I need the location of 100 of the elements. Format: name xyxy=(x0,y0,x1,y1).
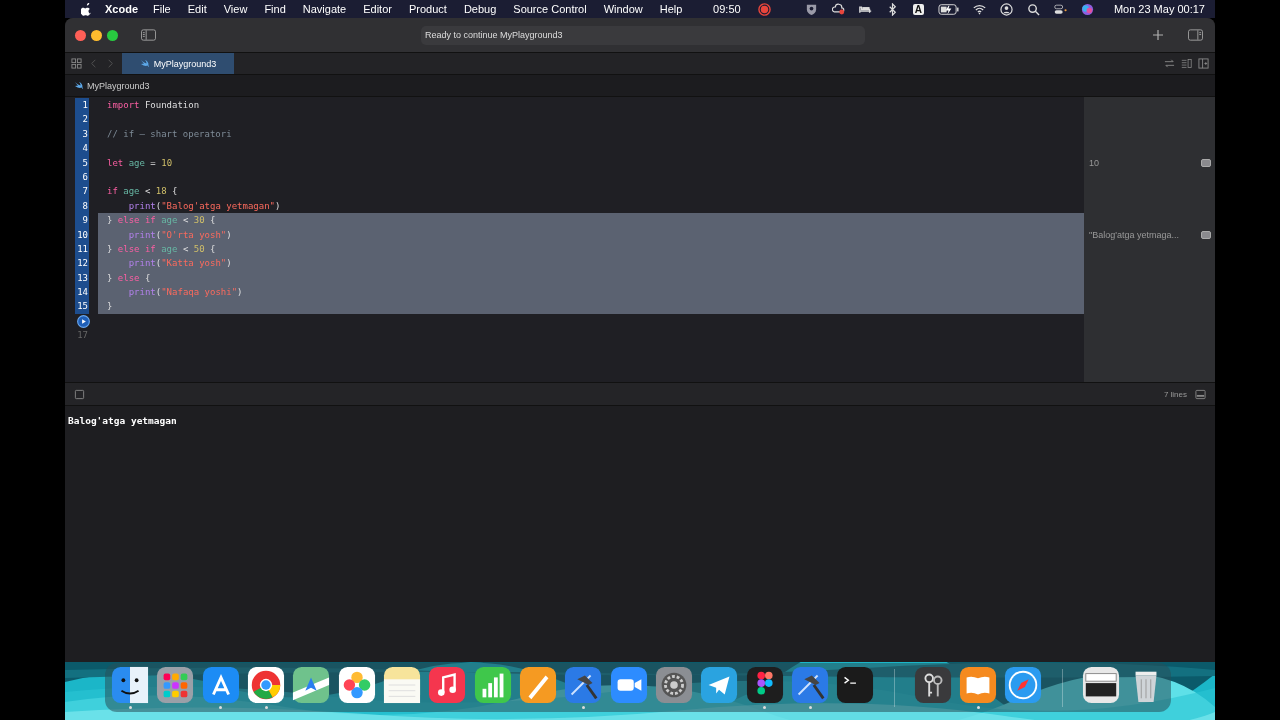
code-text: } xyxy=(107,272,114,283)
menu-item[interactable]: Debug xyxy=(463,3,497,15)
hammer-icon[interactable] xyxy=(791,666,830,704)
bird-icon xyxy=(139,59,150,68)
editor-options-icon[interactable] xyxy=(1181,58,1192,69)
code-text: { xyxy=(171,186,178,197)
line-count: 7 lines xyxy=(1163,389,1187,399)
code-string: "Balog'atga yetmagan" xyxy=(161,200,275,211)
code-text: Foundation xyxy=(143,100,200,110)
gear-icon[interactable] xyxy=(655,666,694,704)
menu-item[interactable]: View xyxy=(223,3,248,15)
code-keyword: import xyxy=(107,100,140,110)
map-icon[interactable] xyxy=(292,666,331,704)
menu-item[interactable]: Help xyxy=(659,3,683,15)
code-text: ( xyxy=(155,229,162,240)
code-text: { xyxy=(143,272,151,283)
code-number: 18 xyxy=(155,186,167,197)
code-text: ) xyxy=(237,287,243,298)
code-number: 30 xyxy=(193,215,205,226)
quick-look-icon[interactable] xyxy=(1201,230,1211,239)
menu-item[interactable]: Window xyxy=(603,3,643,15)
editor-tab[interactable]: MyPlayground3 xyxy=(122,53,234,74)
code-text: } xyxy=(107,301,113,312)
face-icon[interactable] xyxy=(111,666,150,704)
user-icon[interactable] xyxy=(999,2,1013,16)
line-number: 12 xyxy=(75,256,89,271)
line-number: 2 xyxy=(75,112,89,127)
plus-icon[interactable] xyxy=(1152,29,1164,41)
code-text: } xyxy=(107,215,114,226)
toggles-icon[interactable] xyxy=(1053,2,1067,16)
code-text: ( xyxy=(155,200,162,211)
cloud-icon[interactable] xyxy=(831,2,845,16)
code-keyword: else if xyxy=(117,215,156,226)
close-button[interactable] xyxy=(75,29,86,41)
menu-item[interactable]: Source Control xyxy=(513,3,587,15)
line-number: 14 xyxy=(75,285,89,300)
line-number: 7 xyxy=(75,184,89,199)
swap-icon[interactable] xyxy=(1164,58,1175,69)
quick-look-icon[interactable] xyxy=(1201,158,1211,167)
menu-item[interactable]: Navigate xyxy=(302,3,347,15)
code-text: { xyxy=(209,215,216,226)
checkbox-icon[interactable] xyxy=(74,388,85,400)
code-text: } xyxy=(107,243,114,254)
sidebar-toggle-icon[interactable] xyxy=(141,29,156,41)
code-string: "Katta yosh" xyxy=(161,258,227,269)
code-text: ) xyxy=(275,200,281,211)
menu-item[interactable]: Edit xyxy=(187,3,207,15)
code-function: print xyxy=(127,258,156,269)
code-function: print xyxy=(127,287,156,298)
apple-icon[interactable] xyxy=(81,2,92,16)
activity-status: Ready to continue MyPlayground3 xyxy=(425,30,563,40)
code-keyword: if xyxy=(107,186,118,197)
menu-item[interactable]: Editor xyxy=(363,3,392,15)
zoom-button[interactable] xyxy=(107,29,118,41)
minimize-button[interactable] xyxy=(91,29,102,41)
code-text: { xyxy=(209,243,216,254)
line-number: 1 xyxy=(75,98,89,113)
code-text: ) xyxy=(226,229,232,240)
notepad-icon[interactable] xyxy=(383,666,422,704)
music-note-icon[interactable] xyxy=(428,666,467,704)
recording-time: 09:50 xyxy=(713,3,741,15)
code-string: "O'rta yosh" xyxy=(161,229,227,240)
record-icon[interactable] xyxy=(757,2,771,16)
search-icon[interactable] xyxy=(1026,2,1040,16)
add-editor-icon[interactable] xyxy=(1198,58,1209,69)
panel-toggle-icon[interactable] xyxy=(1195,388,1206,400)
paper-plane-icon[interactable] xyxy=(700,666,739,704)
result-value: 10 xyxy=(1089,157,1100,168)
input-source[interactable]: A xyxy=(912,3,924,15)
menu-item[interactable]: Product xyxy=(408,3,447,15)
app-menu[interactable]: Xcode xyxy=(105,3,138,15)
code-function: print xyxy=(127,229,156,240)
code-string: "Nafaqa yoshi" xyxy=(161,287,238,298)
clock[interactable]: Mon 23 May 00:17 xyxy=(1113,3,1205,15)
run-button[interactable] xyxy=(77,314,90,328)
menu-item[interactable]: Find xyxy=(264,3,286,15)
console-output: Balog'atga yetmagan xyxy=(68,415,177,426)
shield-icon[interactable] xyxy=(804,2,818,16)
grid-icon[interactable] xyxy=(156,666,195,704)
menu-item[interactable]: File xyxy=(153,3,171,15)
bird-icon xyxy=(74,81,84,90)
code-text: < xyxy=(143,186,152,197)
battery-icon[interactable] xyxy=(937,2,959,16)
line-number: 17 xyxy=(76,329,89,343)
orb-icon[interactable] xyxy=(1080,2,1094,16)
wifi-icon[interactable] xyxy=(972,2,986,16)
line-number: 9 xyxy=(75,213,89,228)
code-text: ) xyxy=(226,258,232,269)
hammer-icon[interactable] xyxy=(564,666,603,704)
code-function: print xyxy=(127,200,156,211)
inspector-toggle-icon[interactable] xyxy=(1188,29,1203,41)
breadcrumb[interactable]: MyPlayground3 xyxy=(74,80,150,91)
terminal-icon[interactable] xyxy=(836,666,875,704)
grid-icon[interactable] xyxy=(71,58,82,69)
result-value: "Balog'atga yetmaga... xyxy=(1089,229,1180,240)
code-keyword: else if xyxy=(117,243,156,254)
code-comment: // if – shart operatori xyxy=(107,128,232,139)
code-text: = xyxy=(149,157,157,168)
compass-icon[interactable] xyxy=(1004,666,1043,704)
pen-icon[interactable] xyxy=(519,666,558,704)
